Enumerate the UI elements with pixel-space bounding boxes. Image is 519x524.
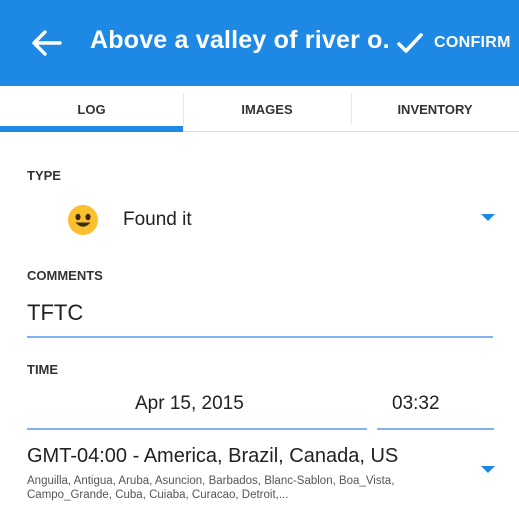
type-label: TYPE: [27, 168, 61, 183]
timezone-value: GMT-04:00 - America, Brazil, Canada, US: [27, 445, 399, 467]
dropdown-arrow-icon: [481, 466, 495, 473]
timezone-cities: Anguilla, Antigua, Aruba, Asuncion, Barb…: [27, 475, 395, 501]
date-field[interactable]: Apr 15, 2015: [135, 393, 244, 415]
confirm-label: CONFIRM: [434, 34, 511, 51]
time-field[interactable]: 03:32: [392, 393, 440, 415]
tab-inventory[interactable]: INVENTORY: [351, 86, 519, 132]
comments-underline: [27, 336, 493, 338]
checkmark-icon: [397, 33, 423, 53]
back-arrow-icon[interactable]: [30, 29, 62, 57]
selected-tab-indicator: [0, 126, 183, 132]
date-underline: [27, 428, 367, 430]
page-title: Above a valley of river o...: [90, 26, 390, 54]
tab-images[interactable]: IMAGES: [183, 86, 351, 132]
comments-input[interactable]: TFTC: [27, 300, 83, 326]
app-bar: Above a valley of river o... CONFIRM: [0, 0, 519, 86]
comments-label: COMMENTS: [27, 268, 103, 283]
time-underline: [377, 428, 494, 430]
smiley-icon: [68, 205, 98, 235]
type-value: Found it: [123, 209, 192, 230]
time-label: TIME: [27, 362, 59, 377]
dropdown-arrow-icon: [481, 214, 495, 221]
confirm-button[interactable]: CONFIRM: [396, 26, 511, 60]
